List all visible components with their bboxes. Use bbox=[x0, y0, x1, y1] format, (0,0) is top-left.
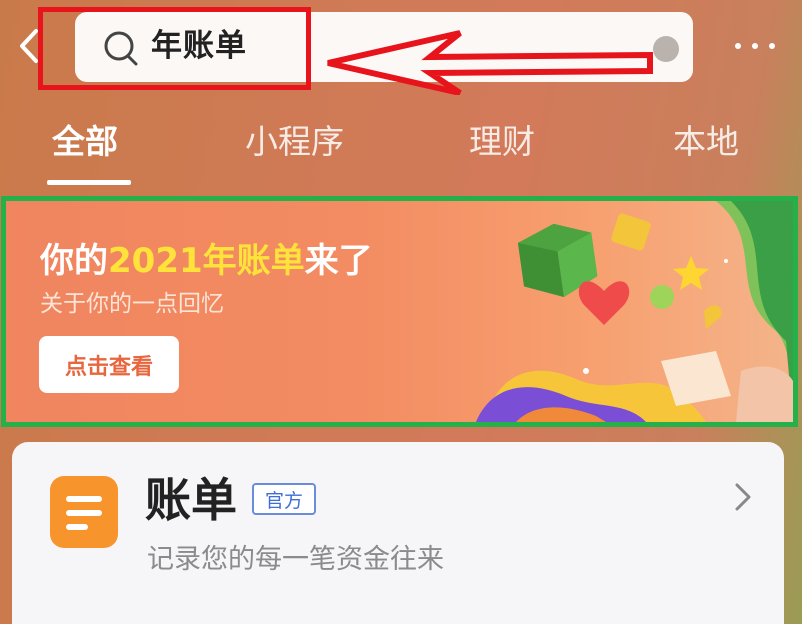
tab-all[interactable]: 全部 bbox=[52, 120, 118, 164]
category-tabs: 全部 小程序 理财 本地 bbox=[0, 110, 802, 190]
banner-title-highlight: 2021年账单 bbox=[108, 241, 305, 281]
more-dot-icon bbox=[769, 43, 775, 49]
tab-finance[interactable]: 理财 bbox=[469, 120, 535, 164]
search-result-card[interactable]: 账单 官方 记录您的每一笔资金往来 bbox=[12, 442, 784, 624]
result-description: 记录您的每一笔资金往来 bbox=[147, 544, 444, 575]
banner-title: 你的2021年账单来了 bbox=[40, 239, 373, 283]
chevron-right-icon bbox=[735, 483, 751, 511]
more-dot-icon bbox=[735, 43, 741, 49]
result-title: 账单 bbox=[145, 473, 237, 527]
annotation-arrow-icon bbox=[327, 30, 653, 95]
more-dot-icon bbox=[752, 43, 758, 49]
view-button[interactable]: 点击查看 bbox=[39, 336, 179, 393]
active-tab-indicator bbox=[47, 180, 131, 185]
top-bar: 年账单 bbox=[0, 0, 802, 100]
chevron-left-icon bbox=[20, 29, 38, 63]
annual-bill-banner[interactable]: 你的2021年账单来了 关于你的一点回忆 点击查看 bbox=[6, 201, 793, 422]
banner-title-suffix: 来了 bbox=[304, 241, 373, 281]
tab-mini-programs[interactable]: 小程序 bbox=[245, 120, 344, 164]
more-options-button[interactable] bbox=[735, 34, 775, 58]
annotation-red-box bbox=[38, 7, 311, 90]
tab-local[interactable]: 本地 bbox=[673, 120, 739, 164]
bill-app-icon bbox=[50, 476, 118, 548]
banner-subtitle: 关于你的一点回忆 bbox=[40, 291, 224, 317]
banner-illustration-icon bbox=[476, 201, 793, 422]
official-badge: 官方 bbox=[252, 483, 316, 515]
banner-title-prefix: 你的 bbox=[40, 241, 108, 281]
